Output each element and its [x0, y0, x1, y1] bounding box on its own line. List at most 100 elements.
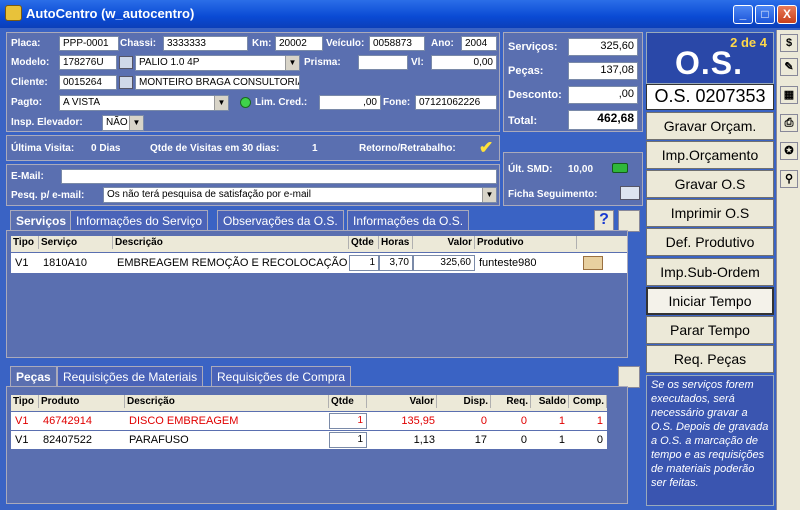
cliente-lookup-icon[interactable]	[119, 76, 133, 89]
part-qtde-field[interactable]: 1	[329, 432, 367, 448]
parts-header: Tipo Produto Descrição Qtde Valor Disp. …	[11, 395, 607, 411]
cliente-code-field[interactable]: 0015264	[59, 75, 117, 90]
money-icon[interactable]: $	[780, 34, 798, 52]
service-descricao: EMBREAGEM REMOÇÃO E RECOLOCAÇÃO	[117, 257, 347, 269]
tab-informacoes-servico[interactable]: Informações do Serviço	[70, 210, 209, 230]
window-title: AutoCentro (w_autocentro)	[26, 6, 195, 21]
insp-value: NÃO	[106, 117, 128, 128]
part-req: 0	[520, 415, 527, 427]
veiculo-field[interactable]: 0058873	[369, 36, 425, 51]
part-comp: 0	[596, 434, 603, 446]
gravar-orcamento-button[interactable]: Gravar Orçam.	[646, 112, 774, 140]
grid-config-icon[interactable]	[618, 210, 640, 232]
maximize-button[interactable]: □	[755, 5, 775, 24]
tab-servicos[interactable]: Serviços	[10, 210, 73, 230]
total-label: Total:	[508, 115, 538, 127]
grid-icon[interactable]: ▦	[780, 86, 798, 104]
email-label: E-Mail:	[11, 171, 44, 182]
def-produtivo-button[interactable]: Def. Produtivo	[646, 228, 774, 256]
req-pecas-button[interactable]: Req. Peças	[646, 345, 774, 373]
col-qtde: Qtde	[349, 236, 379, 249]
desconto-label: Desconto:	[508, 89, 562, 101]
col-disp: Disp.	[437, 395, 491, 408]
part-produto: 46742914	[43, 415, 92, 427]
binoculars-icon[interactable]: ⚲	[780, 170, 798, 188]
ficha-label: Ficha Seguimento:	[508, 189, 598, 200]
chevron-down-icon: ▼	[482, 188, 496, 202]
tab-observacoes-os[interactable]: Observações da O.S.	[217, 210, 344, 230]
part-saldo: 1	[558, 434, 565, 446]
tab-requisicoes-compra[interactable]: Requisições de Compra	[211, 366, 352, 386]
parts-section: Peças Requisições de Materiais Requisiçõ…	[6, 366, 643, 506]
part-descricao: PARAFUSO	[129, 434, 189, 446]
tab-pecas[interactable]: Peças	[10, 366, 57, 386]
close-button[interactable]: X	[777, 5, 797, 24]
gravar-os-button[interactable]: Gravar O.S	[646, 170, 774, 198]
insp-select[interactable]: NÃO ▼	[102, 115, 144, 131]
prisma-field[interactable]	[358, 55, 408, 70]
table-row[interactable]: V1 1810A10 EMBREAGEM REMOÇÃO E RECOLOCAÇ…	[11, 253, 627, 273]
service-tipo: V1	[15, 257, 29, 269]
cliente-name-field[interactable]: MONTEIRO BRAGA CONSULTORIA	[135, 75, 300, 90]
table-row[interactable]: V1 82407522 PARAFUSO 1 1,13 17 0 1 0	[11, 431, 607, 449]
limcred-label: Lim. Cred.:	[255, 97, 308, 108]
veiculo-label: Veículo:	[326, 38, 365, 49]
mechanic-icon[interactable]	[583, 256, 603, 270]
minimize-button[interactable]: _	[733, 5, 753, 24]
email-field[interactable]	[61, 169, 497, 184]
tab-requisicoes-materiais[interactable]: Requisições de Materiais	[57, 366, 204, 386]
parts-grid-config-icon[interactable]	[618, 366, 640, 388]
servicos-total-field: 325,60	[568, 38, 638, 56]
pesq-label: Pesq. p/ e-mail:	[11, 190, 85, 201]
table-row[interactable]: V1 46742914 DISCO EMBREAGEM 1 135,95 0 0…	[11, 412, 607, 430]
total-field: 462,68	[568, 110, 638, 130]
vl-field[interactable]: 0,00	[431, 55, 497, 70]
pagto-select[interactable]: A VISTA ▼	[59, 95, 229, 111]
contact-panel: E-Mail: Pesq. p/ e-mail: Os não terá pes…	[6, 164, 500, 206]
desconto-field[interactable]: ,00	[568, 86, 638, 104]
col-servico: Serviço	[39, 236, 113, 249]
edit-icon[interactable]: ✎	[780, 58, 798, 76]
parar-tempo-button[interactable]: Parar Tempo	[646, 316, 774, 344]
servicos-total-label: Serviços:	[508, 41, 558, 53]
services-table-panel: Tipo Serviço Descrição Qtde Horas Valor …	[6, 230, 628, 358]
km-field[interactable]: 20002	[275, 36, 323, 51]
chevron-down-icon: ▼	[129, 116, 143, 130]
chevron-down-icon: ▼	[214, 96, 228, 110]
insp-label: Insp. Elevador:	[11, 117, 83, 128]
os-header: 2 de 4 O.S.	[646, 32, 774, 84]
part-valor: 1,13	[413, 434, 435, 446]
modelo-code-field[interactable]: 178276U	[59, 55, 117, 70]
ano-field[interactable]: 2004	[461, 36, 497, 51]
help-icon[interactable]: ?	[594, 210, 614, 232]
service-qtde-field[interactable]: 1	[349, 255, 379, 271]
service-valor-field[interactable]: 325,60	[413, 255, 475, 271]
col-tipo: Tipo	[11, 395, 39, 408]
iniciar-tempo-button[interactable]: Iniciar Tempo	[646, 287, 774, 315]
service-horas-field[interactable]: 3,70	[379, 255, 413, 271]
chassi-field[interactable]: 3333333	[163, 36, 248, 51]
printer-icon[interactable]: ⎙	[780, 114, 798, 132]
modelo-lookup-icon[interactable]	[119, 56, 133, 69]
part-produto: 82407522	[43, 434, 92, 446]
pecas-total-label: Peças:	[508, 65, 544, 77]
col-horas: Horas	[379, 236, 413, 249]
pesq-select[interactable]: Os não terá pesquisa de satisfação por e…	[103, 187, 497, 203]
badge-icon[interactable]: ✪	[780, 142, 798, 160]
placa-field[interactable]: PPP-0001	[59, 36, 119, 51]
modelo-select[interactable]: PALIO 1.0 4P ▼	[135, 55, 300, 71]
car-icon[interactable]	[620, 186, 640, 200]
imp-orcamento-button[interactable]: Imp.Orçamento	[646, 141, 774, 169]
imprimir-os-button[interactable]: Imprimir O.S	[646, 199, 774, 227]
placa-label: Placa:	[11, 38, 41, 49]
part-disp: 17	[474, 434, 487, 446]
limcred-field[interactable]: ,00	[319, 95, 381, 110]
tab-informacoes-os[interactable]: Informações da O.S.	[347, 210, 470, 230]
imp-sub-ordem-button[interactable]: Imp.Sub-Ordem	[646, 258, 774, 286]
part-qtde-field[interactable]: 1	[329, 413, 367, 429]
services-section: Serviços Informações do Serviço Observaç…	[6, 210, 643, 360]
fone-field[interactable]: 07121062226	[415, 95, 497, 110]
km-label: Km:	[252, 38, 272, 49]
part-descricao: DISCO EMBREAGEM	[129, 415, 239, 427]
tool-strip: $ ✎ ▦ ⎙ ✪ ⚲	[776, 30, 800, 510]
